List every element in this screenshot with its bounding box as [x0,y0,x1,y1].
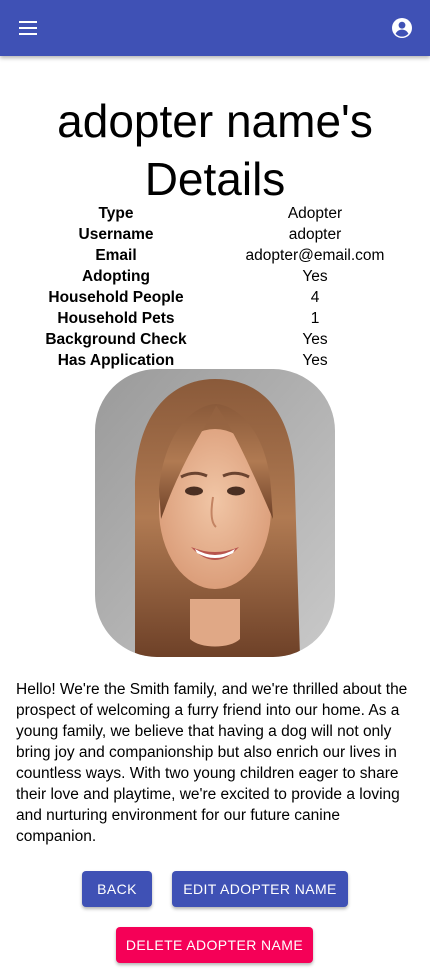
account-button[interactable] [384,10,420,46]
detail-value: Yes [302,352,328,369]
detail-label: Adopting [81,268,150,285]
detail-label: Type [98,205,134,222]
detail-label: Household Pets [57,310,175,327]
detail-row-household-people: Household People 4 [0,287,430,308]
detail-value: adopter@email.com [245,247,385,264]
menu-button[interactable] [10,10,46,46]
detail-label: Username [78,226,154,243]
detail-value: Yes [302,268,328,285]
detail-row-username: Username adopter [0,224,430,245]
detail-label: Email [95,247,137,264]
account-circle-icon [392,18,412,38]
adopter-bio: Hello! We're the Smith family, and we're… [16,681,408,845]
adopter-photo [95,369,335,657]
detail-value: Adopter [287,205,343,222]
detail-value: 4 [310,289,320,306]
page-title: adopter name's Details [57,95,373,205]
detail-row-type: Type Adopter [0,203,430,224]
back-button[interactable]: BACK [82,871,152,907]
detail-row-household-pets: Household Pets 1 [0,308,430,329]
details-table: Type Adopter Username adopter Email adop… [0,203,430,371]
detail-row-adopting: Adopting Yes [0,266,430,287]
detail-value: Yes [302,331,328,348]
detail-label: Background Check [45,331,187,348]
detail-label: Has Application [57,352,175,369]
menu-icon [19,21,37,35]
adopter-portrait-illustration [95,369,335,657]
detail-row-email: Email adopter@email.com [0,245,430,266]
detail-value: adopter [288,226,342,243]
detail-value: 1 [310,310,320,327]
edit-adopter-button[interactable]: EDIT ADOPTER NAME [172,871,348,907]
delete-adopter-button[interactable]: DELETE ADOPTER NAME [116,927,313,963]
detail-row-background-check: Background Check Yes [0,329,430,350]
app-bar [0,0,430,56]
detail-row-has-application: Has Application Yes [0,350,430,371]
detail-label: Household People [48,289,184,306]
